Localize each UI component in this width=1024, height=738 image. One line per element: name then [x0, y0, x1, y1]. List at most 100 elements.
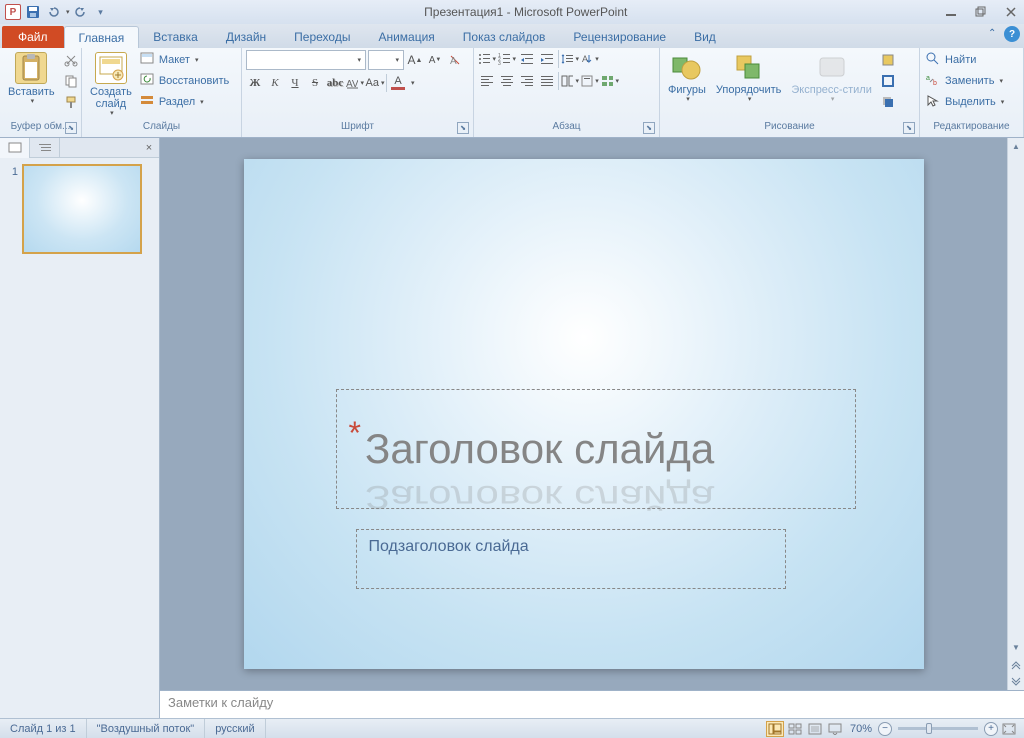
- next-slide-button[interactable]: [1008, 673, 1024, 690]
- group-label-paragraph: Абзац⬊: [478, 121, 655, 137]
- align-right-button[interactable]: [518, 72, 536, 90]
- group-label-slides: Слайды: [86, 121, 237, 137]
- align-left-button[interactable]: [478, 72, 496, 90]
- select-button[interactable]: Выделить▾: [924, 92, 1016, 112]
- subtitle-placeholder[interactable]: Подзаголовок слайда: [356, 529, 786, 589]
- zoom-percent[interactable]: 70%: [850, 723, 872, 735]
- reset-button[interactable]: Восстановить: [138, 71, 237, 91]
- grow-font-button[interactable]: A▲: [406, 51, 424, 69]
- paragraph-launcher[interactable]: ⬊: [643, 122, 655, 134]
- shapes-button[interactable]: Фигуры▾: [664, 50, 710, 106]
- clear-formatting-button[interactable]: A: [446, 51, 464, 69]
- normal-view-button[interactable]: [766, 721, 784, 737]
- minimize-button[interactable]: [942, 3, 960, 21]
- undo-dropdown[interactable]: ▾: [66, 8, 70, 16]
- strikethrough-button[interactable]: S: [306, 74, 324, 92]
- outline-view-tab[interactable]: [30, 138, 60, 158]
- bold-button[interactable]: Ж: [246, 74, 264, 92]
- columns-button[interactable]: ▾: [561, 72, 579, 90]
- convert-smartart-button[interactable]: ▾: [601, 72, 619, 90]
- shape-outline-button[interactable]: [878, 71, 898, 91]
- font-launcher[interactable]: ⬊: [457, 122, 469, 134]
- numbering-button[interactable]: 123▾: [498, 50, 516, 68]
- character-spacing-button[interactable]: AV▾: [346, 74, 364, 92]
- copy-button[interactable]: [61, 71, 81, 91]
- zoom-slider[interactable]: [898, 727, 978, 730]
- restore-button[interactable]: [972, 3, 990, 21]
- thumbnails: 1: [0, 158, 159, 718]
- tab-slideshow[interactable]: Показ слайдов: [449, 26, 560, 48]
- tab-animations[interactable]: Анимация: [364, 26, 448, 48]
- layout-button[interactable]: Макет▾: [138, 50, 237, 70]
- workarea: × 1 * Заголовок слайда Подзаголовок слай…: [0, 138, 1024, 718]
- cut-button[interactable]: [61, 50, 81, 70]
- shrink-font-button[interactable]: A▼: [426, 51, 444, 69]
- minimize-ribbon-button[interactable]: ⌃: [988, 28, 1000, 40]
- increase-indent-button[interactable]: [538, 50, 556, 68]
- notes-pane[interactable]: Заметки к слайду: [160, 690, 1024, 718]
- align-text-button[interactable]: ▾: [581, 72, 599, 90]
- reading-view-button[interactable]: [806, 721, 824, 737]
- arrange-button[interactable]: Упорядочить▾: [712, 50, 785, 106]
- text-shadow-button[interactable]: abc: [326, 74, 344, 92]
- italic-button[interactable]: К: [266, 74, 284, 92]
- font-family-combo[interactable]: ▾: [246, 50, 366, 70]
- tab-insert[interactable]: Вставка: [139, 26, 212, 48]
- group-drawing: Фигуры▾ Упорядочить▾ Экспресс-стили▾ Рис…: [660, 48, 920, 137]
- format-painter-button[interactable]: [61, 92, 81, 112]
- clipboard-icon: [15, 52, 47, 84]
- drawing-launcher[interactable]: ⬊: [903, 122, 915, 134]
- replace-button[interactable]: abЗаменить▾: [924, 71, 1016, 91]
- status-language[interactable]: русский: [205, 719, 265, 738]
- tab-transitions[interactable]: Переходы: [280, 26, 364, 48]
- svg-text:a: a: [926, 75, 930, 82]
- section-button[interactable]: Раздел▾: [138, 92, 237, 112]
- slides-view-tab[interactable]: [0, 138, 30, 158]
- shape-effects-button[interactable]: [878, 92, 898, 112]
- app-icon[interactable]: P: [4, 3, 22, 21]
- change-case-button[interactable]: Aa▾: [366, 74, 384, 92]
- redo-button[interactable]: [72, 3, 90, 21]
- thumbnail-1[interactable]: 1: [6, 164, 153, 254]
- prev-slide-button[interactable]: [1008, 656, 1024, 673]
- zoom-in-button[interactable]: +: [984, 722, 998, 736]
- qat-customize[interactable]: ▾: [92, 3, 110, 21]
- vertical-scrollbar[interactable]: ▲ ▼: [1007, 138, 1024, 690]
- find-button[interactable]: Найти: [924, 50, 1016, 70]
- status-slide-count[interactable]: Слайд 1 из 1: [0, 719, 87, 738]
- paste-button[interactable]: Вставить ▾: [4, 50, 59, 108]
- close-button[interactable]: [1002, 3, 1020, 21]
- fit-to-window-button[interactable]: [1000, 721, 1018, 737]
- line-spacing-button[interactable]: ▾: [561, 50, 579, 68]
- text-direction-button[interactable]: A▾: [581, 50, 599, 68]
- align-center-button[interactable]: [498, 72, 516, 90]
- new-slide-button[interactable]: Создать слайд ▾: [86, 50, 136, 120]
- help-button[interactable]: ?: [1004, 26, 1020, 42]
- slide-canvas-area[interactable]: * Заголовок слайда Подзаголовок слайда: [160, 138, 1007, 690]
- tab-home[interactable]: Главная: [64, 26, 140, 48]
- font-color-button[interactable]: A: [389, 74, 407, 92]
- tab-design[interactable]: Дизайн: [212, 26, 280, 48]
- scroll-down[interactable]: ▼: [1008, 639, 1024, 656]
- clipboard-launcher[interactable]: ⬊: [65, 122, 77, 134]
- tab-review[interactable]: Рецензирование: [559, 26, 680, 48]
- quick-styles-button[interactable]: Экспресс-стили▾: [787, 50, 875, 106]
- tab-view[interactable]: Вид: [680, 26, 730, 48]
- panel-close-button[interactable]: ×: [139, 138, 159, 157]
- file-tab[interactable]: Файл: [2, 26, 64, 48]
- underline-button[interactable]: Ч: [286, 74, 304, 92]
- save-button[interactable]: [24, 3, 42, 21]
- bullets-button[interactable]: ▾: [478, 50, 496, 68]
- font-color-dropdown[interactable]: ▾: [411, 79, 415, 87]
- sorter-view-button[interactable]: [786, 721, 804, 737]
- scroll-up[interactable]: ▲: [1008, 138, 1024, 155]
- justify-button[interactable]: [538, 72, 556, 90]
- undo-button[interactable]: [44, 3, 62, 21]
- slideshow-view-button[interactable]: [826, 721, 844, 737]
- font-size-combo[interactable]: ▾: [368, 50, 404, 70]
- title-placeholder[interactable]: * Заголовок слайда: [336, 389, 856, 509]
- shape-fill-button[interactable]: [878, 50, 898, 70]
- status-theme[interactable]: "Воздушный поток": [87, 719, 206, 738]
- decrease-indent-button[interactable]: [518, 50, 536, 68]
- zoom-out-button[interactable]: −: [878, 722, 892, 736]
